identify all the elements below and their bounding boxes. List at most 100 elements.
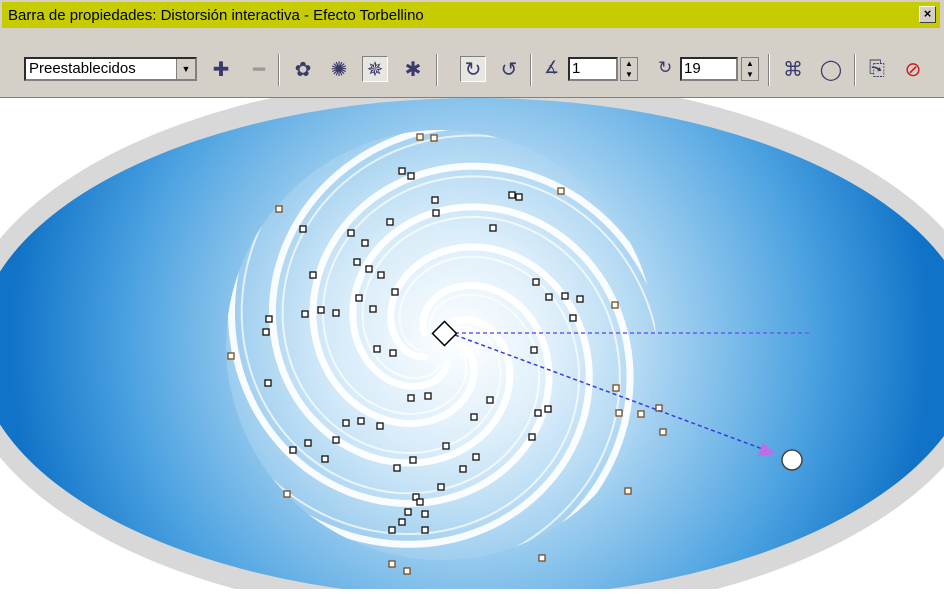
curve-node[interactable] xyxy=(398,167,406,175)
curve-node[interactable] xyxy=(421,510,429,518)
curve-node[interactable] xyxy=(398,518,406,526)
curve-node[interactable] xyxy=(528,433,536,441)
control-node[interactable] xyxy=(615,409,623,417)
curve-node[interactable] xyxy=(299,225,307,233)
control-node[interactable] xyxy=(659,428,667,436)
control-node[interactable] xyxy=(538,554,546,562)
toolbar-separator xyxy=(436,54,438,86)
roughen-distortion-icon[interactable]: ✱ xyxy=(400,56,426,82)
curve-node[interactable] xyxy=(317,306,325,314)
control-node[interactable] xyxy=(416,133,424,141)
window-title: Barra de propiedades: Distorsión interac… xyxy=(8,6,424,24)
curve-node[interactable] xyxy=(534,409,542,417)
curve-node[interactable] xyxy=(304,439,312,447)
toolbar-row: Preestablecidos ▼ ✚ ━ ✿ ✺ ✵ ✱ ↻ ↺ ∡ 1 ▲ ▼… xyxy=(8,44,942,92)
presets-dropdown[interactable]: Preestablecidos ▼ xyxy=(24,57,197,81)
curve-node[interactable] xyxy=(508,191,516,199)
curve-node[interactable] xyxy=(376,422,384,430)
control-node[interactable] xyxy=(275,205,283,213)
control-node[interactable] xyxy=(388,560,396,568)
curve-node[interactable] xyxy=(355,294,363,302)
add-preset-icon[interactable]: ✚ xyxy=(208,56,234,82)
counterclockwise-rotation-icon[interactable]: ↺ xyxy=(496,56,522,82)
curve-node[interactable] xyxy=(332,309,340,317)
toolbar-separator xyxy=(854,54,856,86)
curve-node[interactable] xyxy=(301,310,309,318)
curve-node[interactable] xyxy=(407,394,415,402)
curve-node[interactable] xyxy=(347,229,355,237)
curve-node[interactable] xyxy=(377,271,385,279)
curve-node[interactable] xyxy=(486,396,494,404)
curve-node[interactable] xyxy=(389,349,397,357)
zipper-distortion-icon[interactable]: ✺ xyxy=(326,56,352,82)
control-node[interactable] xyxy=(557,187,565,195)
curve-node[interactable] xyxy=(342,419,350,427)
curve-node[interactable] xyxy=(437,483,445,491)
complete-rotations-icon: ↻ xyxy=(658,58,673,77)
curve-node[interactable] xyxy=(309,271,317,279)
curve-node[interactable] xyxy=(561,292,569,300)
curve-node[interactable] xyxy=(489,224,497,232)
curve-node[interactable] xyxy=(421,526,429,534)
curve-node[interactable] xyxy=(264,379,272,387)
control-node[interactable] xyxy=(283,490,291,498)
curve-node[interactable] xyxy=(432,209,440,217)
curve-node[interactable] xyxy=(265,315,273,323)
curve-node[interactable] xyxy=(459,465,467,473)
curve-node[interactable] xyxy=(576,295,584,303)
control-node[interactable] xyxy=(611,301,619,309)
control-node[interactable] xyxy=(403,567,411,575)
control-node[interactable] xyxy=(430,134,438,142)
chevron-down-icon[interactable]: ▼ xyxy=(176,59,195,79)
curve-node[interactable] xyxy=(393,464,401,472)
curve-node[interactable] xyxy=(470,413,478,421)
clear-distortion-icon[interactable]: ⊘ xyxy=(900,56,926,82)
twister-distortion-icon[interactable]: ✵ xyxy=(362,56,388,82)
control-node[interactable] xyxy=(624,487,632,495)
curve-node[interactable] xyxy=(386,218,394,226)
remove-preset-icon[interactable]: ━ xyxy=(246,56,272,82)
curve-node[interactable] xyxy=(472,453,480,461)
control-node[interactable] xyxy=(637,410,645,418)
copy-properties-icon[interactable]: ⎘ xyxy=(864,56,890,82)
convert-to-curves-icon[interactable]: ◯ xyxy=(818,56,844,82)
rotations-spinner[interactable]: ▲ ▼ xyxy=(741,57,759,81)
curve-node[interactable] xyxy=(321,455,329,463)
curve-node[interactable] xyxy=(373,345,381,353)
toolbar-separator xyxy=(768,54,770,86)
control-node[interactable] xyxy=(612,384,620,392)
curve-node[interactable] xyxy=(424,392,432,400)
center-distortion-icon[interactable]: ⌘ xyxy=(780,56,806,82)
curve-node[interactable] xyxy=(369,305,377,313)
curve-node[interactable] xyxy=(416,498,424,506)
curve-node[interactable] xyxy=(530,346,538,354)
additional-degrees-input[interactable]: 1 xyxy=(568,57,618,81)
curve-node[interactable] xyxy=(365,265,373,273)
push-pull-distortion-icon[interactable]: ✿ xyxy=(290,56,316,82)
curve-node[interactable] xyxy=(515,193,523,201)
curve-node[interactable] xyxy=(262,328,270,336)
curve-node[interactable] xyxy=(545,293,553,301)
curve-node[interactable] xyxy=(569,314,577,322)
curve-node[interactable] xyxy=(353,258,361,266)
curve-node[interactable] xyxy=(442,442,450,450)
curve-node[interactable] xyxy=(431,196,439,204)
curve-node[interactable] xyxy=(391,288,399,296)
control-node[interactable] xyxy=(227,352,235,360)
curve-node[interactable] xyxy=(388,526,396,534)
curve-node[interactable] xyxy=(532,278,540,286)
curve-node[interactable] xyxy=(357,417,365,425)
rotation-handle[interactable] xyxy=(781,449,803,471)
curve-node[interactable] xyxy=(332,436,340,444)
curve-node[interactable] xyxy=(404,508,412,516)
close-button[interactable]: × xyxy=(919,6,936,23)
curve-node[interactable] xyxy=(544,405,552,413)
title-bar[interactable]: Barra de propiedades: Distorsión interac… xyxy=(2,2,940,28)
clockwise-rotation-icon[interactable]: ↻ xyxy=(460,56,486,82)
curve-node[interactable] xyxy=(407,172,415,180)
degrees-spinner[interactable]: ▲ ▼ xyxy=(620,57,638,81)
curve-node[interactable] xyxy=(361,239,369,247)
curve-node[interactable] xyxy=(289,446,297,454)
complete-rotations-input[interactable]: 19 xyxy=(680,57,738,81)
curve-node[interactable] xyxy=(409,456,417,464)
